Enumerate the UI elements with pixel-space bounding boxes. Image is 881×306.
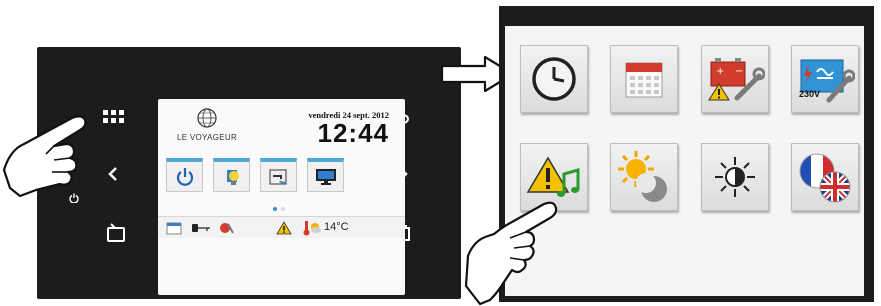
- voltage-label: 230V: [799, 89, 821, 99]
- tile-battery-maintenance[interactable]: + −: [701, 45, 769, 113]
- thermometer-sun-icon: [303, 221, 321, 236]
- home-tiles: [166, 158, 396, 194]
- tile-calendar[interactable]: [610, 45, 678, 113]
- key-status-icon: [192, 224, 210, 232]
- warning-sound-icon: [526, 156, 580, 197]
- power-icon: [176, 167, 193, 186]
- tile-brightness[interactable]: [701, 143, 769, 211]
- tile-light[interactable]: [213, 158, 250, 192]
- page-dot[interactable]: [281, 207, 285, 211]
- tile-power-supply[interactable]: [791, 45, 859, 113]
- water-tap-icon: [268, 168, 287, 185]
- water-tank-button[interactable]: [101, 220, 131, 246]
- brightness-icon: [715, 157, 755, 197]
- clock-icon: [532, 57, 576, 101]
- brand-logo: LE VOYAGEUR: [166, 105, 248, 145]
- calendar-status-icon: [166, 222, 182, 235]
- water-tank-icon: [107, 223, 125, 242]
- page-dot-active[interactable]: [273, 207, 277, 211]
- pointing-hand-right: [464, 201, 558, 306]
- svg-text:−: −: [735, 66, 743, 77]
- tile-language[interactable]: [791, 143, 859, 211]
- touch-screen: LE VOYAGEUR vendredi 24 sept. 2012 12:44: [158, 99, 405, 295]
- calendar-icon: [625, 62, 663, 98]
- light-bulb-icon: [226, 169, 239, 185]
- maintenance-status-icon: [220, 223, 234, 234]
- warning-status-icon: [276, 221, 292, 235]
- tile-day-night[interactable]: [610, 143, 678, 211]
- tv-icon: [315, 168, 336, 185]
- clock-time: 12:44: [317, 118, 389, 148]
- tile-power[interactable]: [166, 158, 203, 192]
- tile-clock[interactable]: [520, 45, 588, 113]
- page-indicator: [273, 207, 285, 211]
- outdoor-temperature: 14°C: [324, 221, 349, 233]
- globe-logo-icon: [197, 108, 217, 128]
- svg-text:+: +: [716, 66, 724, 77]
- status-bar: 14°C: [158, 216, 405, 238]
- language-flags-icon: [799, 153, 851, 203]
- sun-moon-icon: [618, 151, 667, 202]
- logo-text: LE VOYAGEUR: [176, 133, 238, 142]
- tile-water[interactable]: [260, 158, 297, 192]
- battery-maintenance-icon: + −: [708, 58, 765, 101]
- tile-tv[interactable]: [307, 158, 344, 192]
- pointing-hand-left: [2, 115, 87, 198]
